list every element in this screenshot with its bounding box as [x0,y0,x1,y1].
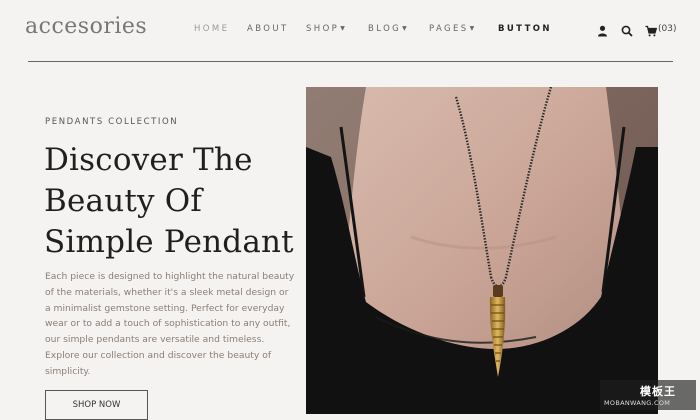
hero-headline: Discover The Beauty Of Simple Pendant [44,142,294,260]
hero-description: Each piece is designed to highlight the … [45,271,295,377]
nav-home[interactable]: HOME [194,24,229,34]
logo[interactable]: accesories [25,14,147,39]
nav-button[interactable]: BUTTON [498,24,552,34]
chevron-down-icon: ▼ [402,25,407,32]
cart-icon[interactable] [645,22,658,41]
search-icon[interactable] [621,22,633,41]
nav-about-label: ABOUT [247,24,289,34]
watermark-title: 模板王 [640,385,676,398]
shop-now-button[interactable]: SHOP NOW [45,390,148,420]
nav-shop[interactable]: SHOP▼ [306,24,345,34]
watermark-url: MOBANWANG.COM [604,399,671,407]
nav-blog[interactable]: BLOG▼ [368,24,407,34]
nav-blog-label: BLOG [368,24,402,34]
model-with-pendant-photo [306,87,658,414]
nav-about[interactable]: ABOUT [247,24,289,34]
hero-image [306,87,658,414]
collection-eyebrow: PENDANTS COLLECTION [45,117,179,127]
cart-count: (03) [658,24,677,34]
nav-home-label: HOME [194,24,230,34]
chevron-down-icon: ▼ [340,25,345,32]
chevron-down-icon: ▼ [469,25,475,32]
nav-shop-label: SHOP [306,24,340,34]
user-icon[interactable] [597,22,608,41]
nav-button-label: BUTTON [498,24,552,34]
nav-pages-label: PAGES [429,24,469,34]
nav-pages[interactable]: PAGES▼ [429,24,474,34]
header-divider [28,61,673,62]
